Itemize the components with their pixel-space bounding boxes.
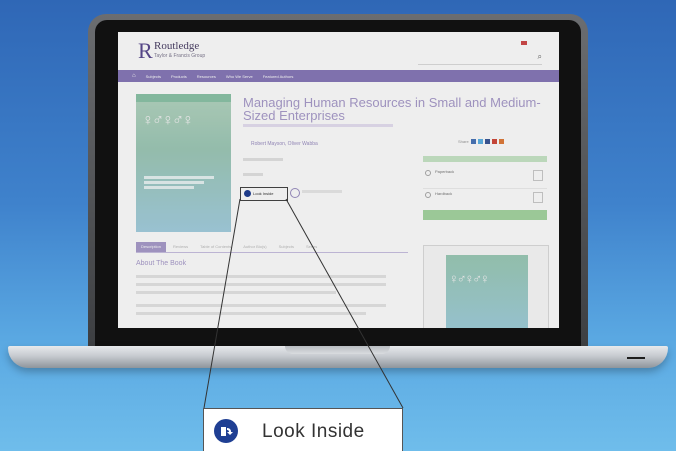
look-inside-callout-label: Look Inside xyxy=(262,421,365,442)
book-open-icon xyxy=(214,419,238,443)
look-inside-callout[interactable]: Look Inside xyxy=(203,408,403,451)
callout-lines xyxy=(203,198,404,409)
